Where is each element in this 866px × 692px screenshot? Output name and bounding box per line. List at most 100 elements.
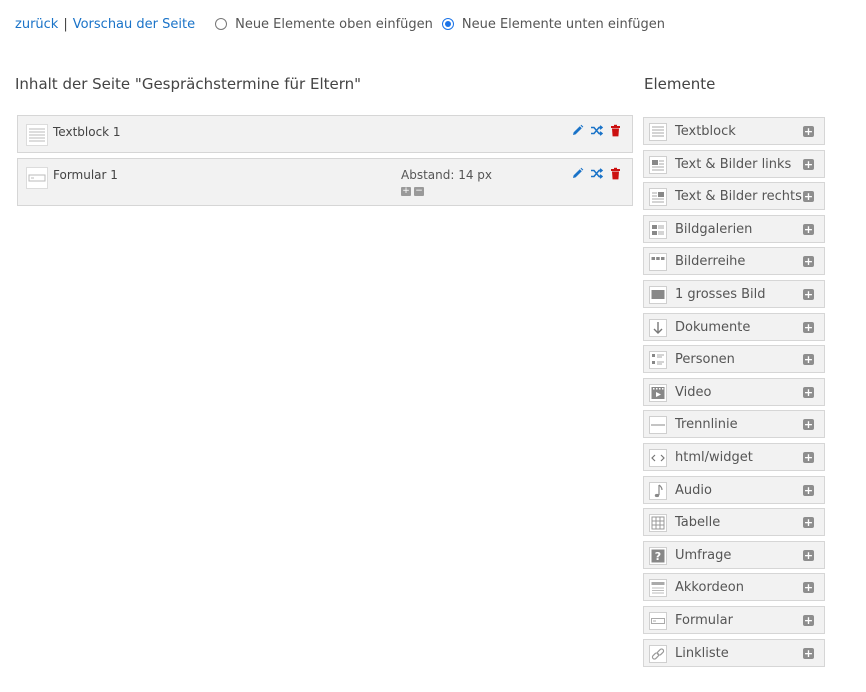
element-label: Linkliste — [675, 645, 729, 661]
download-icon — [649, 318, 667, 337]
add-element-button[interactable]: + — [803, 321, 814, 333]
link-icon — [649, 644, 667, 663]
radio-bottom-label: Neue Elemente unten einfügen — [461, 16, 666, 32]
element-html-widget[interactable]: html/widget + — [643, 442, 825, 471]
gallery-icon — [649, 220, 667, 239]
add-element-button[interactable]: + — [803, 191, 814, 203]
add-element-button[interactable]: + — [803, 386, 814, 398]
element-label: Umfrage — [675, 547, 732, 563]
spacing-increase-button[interactable]: + — [401, 187, 411, 196]
music-note-icon — [649, 481, 667, 500]
add-element-button[interactable]: + — [803, 256, 814, 268]
element-label: html/widget — [675, 449, 753, 465]
element-textblock[interactable]: Textblock + — [643, 117, 825, 145]
image-row-icon — [649, 253, 667, 272]
table-icon — [649, 514, 667, 533]
element-video[interactable]: Video + — [643, 377, 825, 406]
element-image-row[interactable]: Bilderreihe + — [643, 247, 825, 276]
element-table[interactable]: Tabelle + — [643, 508, 825, 537]
code-icon — [649, 448, 667, 467]
large-image-icon — [649, 285, 667, 304]
pencil-icon[interactable] — [571, 124, 584, 137]
element-label: Trennlinie — [675, 417, 738, 433]
text-images-right-icon — [649, 188, 667, 207]
formular-icon — [26, 167, 48, 189]
element-label: Textblock — [675, 124, 736, 139]
element-link-list[interactable]: Linkliste + — [643, 638, 825, 667]
content-item-label: Textblock 1 — [53, 125, 121, 139]
element-divider[interactable]: Trennlinie + — [643, 410, 825, 439]
radio-top-label: Neue Elemente oben einfügen — [235, 16, 433, 32]
element-label: Akkordeon — [675, 580, 744, 596]
add-element-button[interactable]: + — [803, 451, 814, 463]
add-element-button[interactable]: + — [803, 549, 814, 561]
content-heading: Inhalt der Seite "Gesprächstermine für E… — [15, 75, 362, 93]
radio-insert-top[interactable]: Neue Elemente oben einfügen — [215, 17, 433, 32]
trash-icon[interactable] — [609, 167, 622, 180]
spacing-decrease-button[interactable]: − — [414, 187, 424, 196]
element-label: Bilderreihe — [675, 254, 746, 270]
element-large-image[interactable]: 1 grosses Bild + — [643, 279, 825, 308]
textblock-icon — [649, 123, 667, 141]
trash-icon[interactable] — [609, 124, 622, 137]
element-text-images-left[interactable]: Text & Bilder links + — [643, 149, 825, 178]
element-gallery[interactable]: Bildgalerien + — [643, 214, 825, 243]
content-item-formular[interactable]: Formular 1 Abstand: 14 px + − — [17, 158, 633, 206]
element-label: Formular — [675, 612, 733, 628]
radio-insert-bottom[interactable]: Neue Elemente unten einfügen — [441, 16, 666, 32]
text-images-left-icon — [649, 155, 667, 174]
top-toolbar: zurück | Vorschau der Seite Neue Element… — [15, 15, 665, 33]
add-element-button[interactable]: + — [803, 158, 814, 170]
radio-top-circle[interactable] — [215, 18, 228, 30]
element-label: Text & Bilder links — [675, 156, 792, 172]
element-label: Dokumente — [675, 319, 751, 335]
element-label: 1 grosses Bild — [675, 286, 766, 302]
pencil-icon[interactable] — [571, 167, 584, 180]
shuffle-icon[interactable] — [590, 167, 603, 180]
item-tools — [571, 124, 622, 137]
element-documents[interactable]: Dokumente + — [643, 312, 825, 341]
divider-icon — [649, 416, 667, 435]
back-link[interactable]: zurück — [15, 17, 58, 32]
element-audio[interactable]: Audio + — [643, 475, 825, 504]
element-text-images-right[interactable]: Text & Bilder rechts + — [643, 182, 825, 211]
content-item-textblock[interactable]: Textblock 1 — [17, 115, 633, 153]
item-tools — [571, 167, 622, 180]
elements-list: Textblock + Text & Bilder links + Text &… — [643, 117, 825, 671]
svg-text:?: ? — [655, 550, 661, 563]
add-element-button[interactable]: + — [803, 614, 814, 626]
add-element-button[interactable]: + — [803, 354, 814, 366]
add-element-button[interactable]: + — [803, 582, 814, 594]
add-element-button[interactable]: + — [803, 484, 814, 496]
add-element-button[interactable]: + — [803, 288, 814, 300]
textblock-icon — [26, 124, 48, 146]
accordion-icon — [649, 579, 667, 598]
element-label: Bildgalerien — [675, 221, 753, 237]
element-label: Audio — [675, 482, 712, 498]
add-element-button[interactable]: + — [803, 126, 814, 137]
element-accordion[interactable]: Akkordeon + — [643, 573, 825, 602]
element-form[interactable]: Formular + — [643, 605, 825, 634]
add-element-button[interactable]: + — [803, 419, 814, 431]
video-icon — [649, 383, 667, 402]
element-label: Text & Bilder rechts — [675, 189, 802, 205]
spacing-label: Abstand: 14 px — [401, 168, 493, 182]
shuffle-icon[interactable] — [590, 124, 603, 137]
persons-icon — [649, 351, 667, 370]
element-label: Personen — [675, 352, 735, 368]
spacing-controls: + − — [401, 187, 424, 196]
element-label: Tabelle — [675, 515, 721, 531]
add-element-button[interactable]: + — [803, 517, 814, 529]
preview-link[interactable]: Vorschau der Seite — [73, 17, 195, 32]
element-persons[interactable]: Personen + — [643, 345, 825, 374]
elements-heading: Elemente — [644, 75, 716, 93]
separator: | — [63, 16, 68, 32]
content-item-label: Formular 1 — [53, 168, 118, 182]
form-icon — [649, 611, 667, 630]
radio-bottom-circle[interactable] — [441, 18, 454, 30]
add-element-button[interactable]: + — [803, 223, 814, 235]
question-icon: ? — [649, 546, 667, 565]
add-element-button[interactable]: + — [803, 647, 814, 659]
element-survey[interactable]: ? Umfrage + — [643, 540, 825, 569]
element-label: Video — [675, 384, 712, 400]
